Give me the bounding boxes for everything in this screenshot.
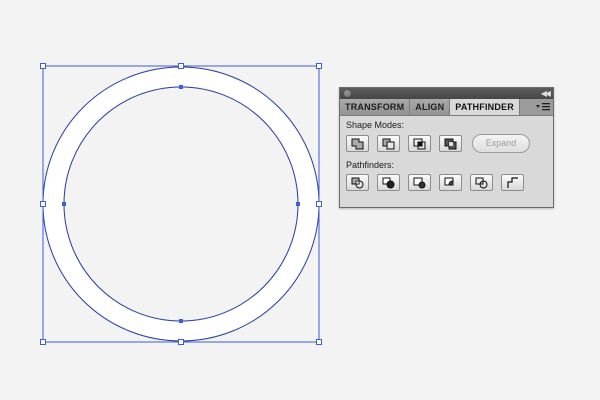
divide-icon xyxy=(351,177,363,188)
panel-body: Shape Modes: Expand Pathfinders: xyxy=(340,116,553,191)
outline-icon xyxy=(475,177,487,188)
merge-icon xyxy=(413,177,425,188)
close-icon[interactable] xyxy=(344,90,351,97)
tab-align[interactable]: ALIGN xyxy=(410,99,451,115)
trim-button[interactable] xyxy=(377,174,400,191)
minus-front-icon xyxy=(382,138,394,149)
minus-back-button[interactable] xyxy=(501,174,524,191)
panel-titlebar[interactable]: ◀◀ xyxy=(340,88,553,99)
exclude-button[interactable] xyxy=(439,135,462,152)
pathfinder-panel: ◀◀ TRANSFORM ALIGN PATHFINDER Shape Mode… xyxy=(339,87,554,208)
crop-button[interactable] xyxy=(439,174,462,191)
selection-inner-path xyxy=(63,86,299,322)
panel-menu-icon[interactable] xyxy=(536,102,550,112)
exclude-icon xyxy=(444,138,456,149)
unite-icon xyxy=(351,138,363,149)
divide-button[interactable] xyxy=(346,174,369,191)
expand-button[interactable]: Expand xyxy=(472,134,530,153)
minus-back-icon xyxy=(506,176,518,188)
shape-modes-row: Expand xyxy=(346,134,547,153)
shape-modes-label: Shape Modes: xyxy=(346,120,405,130)
intersect-button[interactable] xyxy=(408,135,431,152)
trim-icon xyxy=(382,177,394,188)
minus-front-button[interactable] xyxy=(377,135,400,152)
tab-pathfinder[interactable]: PATHFINDER xyxy=(450,99,520,115)
unite-button[interactable] xyxy=(346,135,369,152)
crop-icon xyxy=(444,177,453,185)
ring-shape[interactable] xyxy=(43,67,320,341)
tab-transform[interactable]: TRANSFORM xyxy=(340,99,411,115)
pathfinders-row xyxy=(346,174,547,191)
ring-inner-path xyxy=(63,86,299,322)
collapse-icon[interactable]: ◀◀ xyxy=(541,88,551,99)
merge-button[interactable] xyxy=(408,174,431,191)
bounding-box-handles[interactable] xyxy=(40,63,322,345)
pathfinders-label: Pathfinders: xyxy=(346,160,395,170)
intersect-icon xyxy=(413,138,425,149)
outline-button[interactable] xyxy=(470,174,493,191)
panel-tabs: TRANSFORM ALIGN PATHFINDER xyxy=(340,99,553,116)
